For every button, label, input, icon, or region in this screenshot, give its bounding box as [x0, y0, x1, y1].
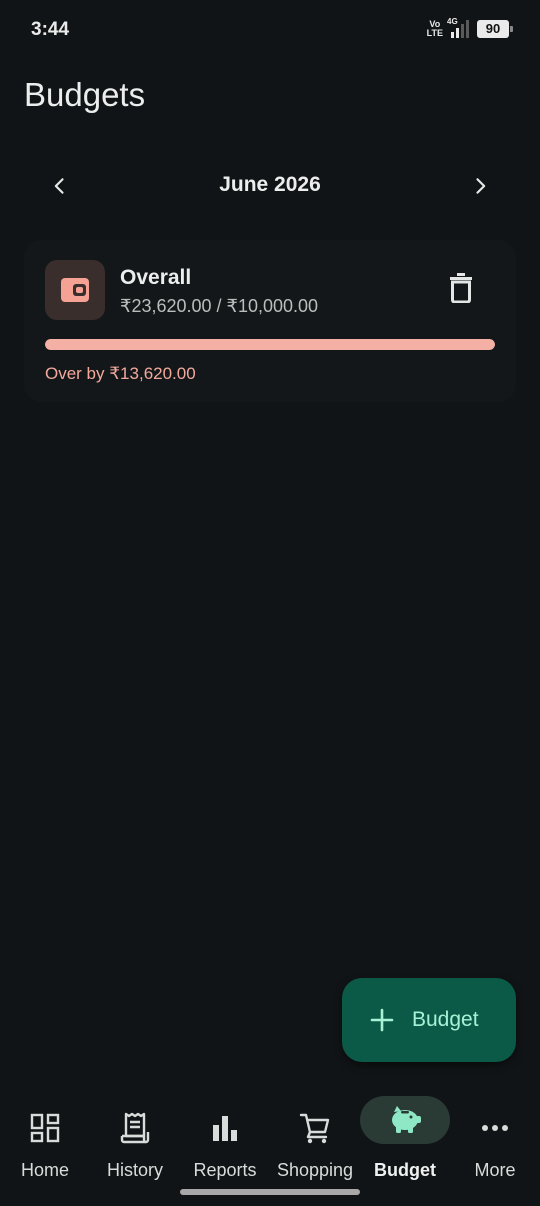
- volte-indicator: Vo LTE: [427, 20, 443, 38]
- home-indicator: [180, 1189, 360, 1195]
- bar-chart-icon: [213, 1116, 237, 1141]
- wallet-icon: [61, 278, 89, 302]
- nav-item-home[interactable]: Home: [0, 1096, 90, 1180]
- nav-item-shopping[interactable]: Shopping: [270, 1096, 360, 1180]
- battery-icon: 90: [477, 20, 513, 38]
- nav-label-budget: Budget: [374, 1160, 436, 1180]
- status-bar: 3:44 Vo LTE 4G 90: [0, 0, 540, 60]
- signal-icon: 4G: [447, 17, 469, 38]
- network-type: 4G: [447, 17, 458, 26]
- nav-item-history[interactable]: History: [90, 1096, 180, 1180]
- nav-label-history: History: [106, 1160, 163, 1180]
- status-icons: Vo LTE 4G 90: [427, 17, 513, 38]
- next-month-button[interactable]: [458, 164, 502, 208]
- budget-amount: ₹23,620.00 / ₹10,000.00: [120, 296, 319, 316]
- nav-label-home: Home: [20, 1160, 69, 1180]
- nav-label-reports: Reports: [193, 1160, 257, 1180]
- budget-card[interactable]: Overall ₹23,620.00 / ₹10,000.00 Over by …: [24, 240, 516, 402]
- plus-icon: [370, 1008, 394, 1032]
- bottom-navigation: Home History Reports Shopping Budget Mor…: [0, 1086, 540, 1206]
- page-title: Budgets: [24, 76, 146, 113]
- add-budget-button[interactable]: Budget: [342, 978, 516, 1062]
- budget-status-text: Over by ₹13,620.00: [45, 364, 196, 383]
- budget-progress-bar: [45, 339, 495, 350]
- receipt-icon: [120, 1112, 150, 1144]
- delete-budget-button[interactable]: [446, 270, 476, 306]
- add-budget-label: Budget: [412, 1008, 479, 1031]
- piggy-bank-icon: [392, 1106, 421, 1133]
- more-horizontal-icon: [482, 1125, 508, 1131]
- nav-item-budget[interactable]: Budget: [360, 1096, 450, 1180]
- budget-progress-fill: [45, 339, 495, 350]
- nav-label-shopping: Shopping: [276, 1160, 354, 1180]
- month-navigator: June 2026: [0, 160, 540, 212]
- budget-icon-container: [45, 260, 105, 320]
- dashboard-icon: [30, 1113, 60, 1143]
- nav-item-reports[interactable]: Reports: [180, 1096, 270, 1180]
- status-time: 3:44: [31, 19, 70, 40]
- volte-bottom-text: LTE: [426, 28, 443, 38]
- nav-item-more[interactable]: More: [450, 1096, 540, 1180]
- budget-name: Overall: [120, 266, 192, 289]
- chevron-right-icon: [476, 178, 486, 194]
- cart-icon: [299, 1113, 330, 1144]
- nav-label-more: More: [474, 1160, 516, 1180]
- trash-icon: [450, 273, 472, 303]
